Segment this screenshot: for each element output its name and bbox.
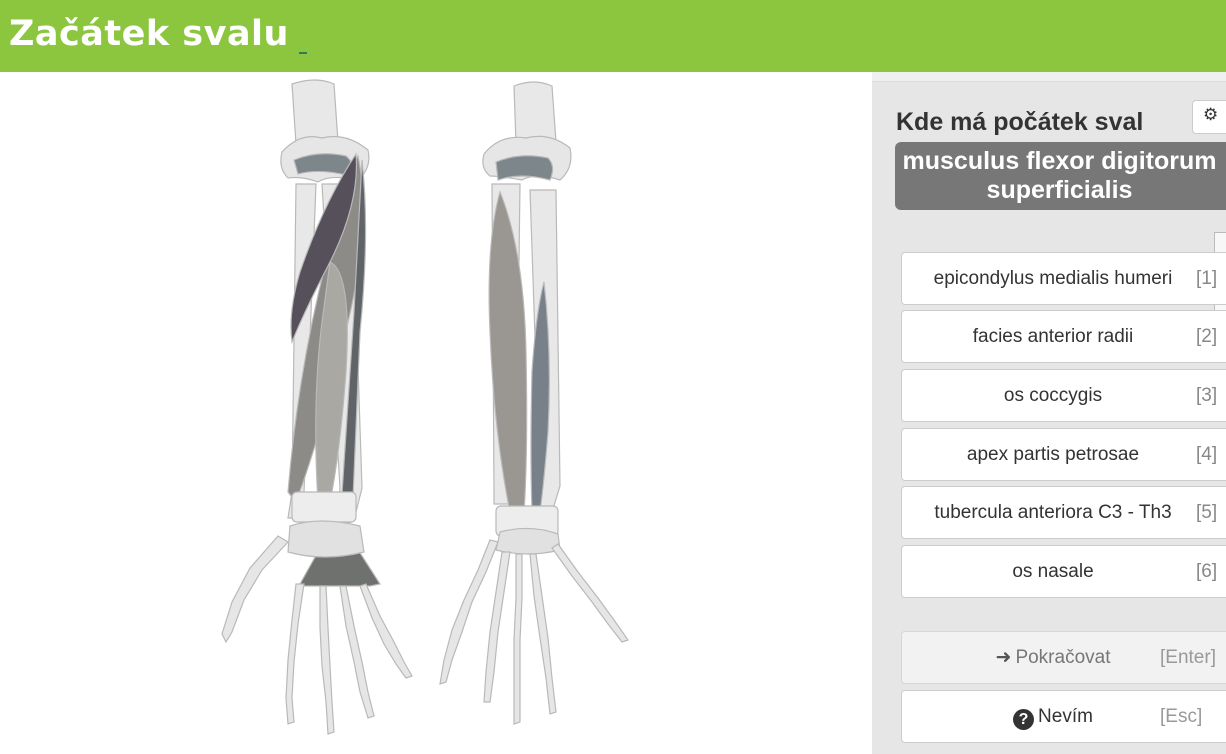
right-humerus-shaft — [513, 81, 557, 145]
option-1[interactable]: epicondylus medialis humeri [1] — [901, 252, 1226, 305]
option-label: os nasale — [1012, 561, 1094, 582]
right-carpals — [495, 527, 561, 555]
app-header: Začátek svalu — [0, 0, 1226, 72]
dont-know-button[interactable]: ? Nevím [Esc] — [901, 690, 1226, 743]
forearm-skeleton-illustration — [221, 79, 629, 735]
continue-button[interactable]: ➜ Pokračovat [Enter] — [901, 631, 1226, 684]
continue-label: Pokračovat — [1015, 647, 1111, 668]
option-label: tubercula anteriora C3 - Th3 — [934, 502, 1172, 523]
option-key: [2] — [1196, 326, 1218, 347]
option-2[interactable]: facies anterior radii [2] — [901, 310, 1226, 363]
header-decoration — [298, 52, 307, 54]
page-title: Začátek svalu — [9, 14, 307, 54]
option-key: [1] — [1196, 268, 1218, 289]
option-label: os coccygis — [1003, 385, 1103, 406]
option-label: epicondylus medialis humeri — [933, 268, 1173, 289]
option-key: [5] — [1196, 502, 1218, 523]
option-label: apex partis petrosae — [966, 444, 1140, 465]
left-carpals — [287, 520, 365, 558]
option-key: [3] — [1196, 385, 1218, 406]
panel-top-strip — [872, 72, 1226, 82]
term-box: musculus flexor digitorum superficialis — [895, 142, 1226, 210]
settings-button[interactable]: ⚙ — [1192, 100, 1226, 134]
option-5[interactable]: tubercula anteriora C3 - Th3 [5] — [901, 486, 1226, 539]
option-6[interactable]: os nasale [6] — [901, 545, 1226, 598]
option-label: facies anterior radii — [972, 326, 1134, 347]
question-text: Kde má počátek sval — [896, 108, 1144, 136]
option-key: [4] — [1196, 444, 1218, 465]
right-elbow-cartilage — [495, 155, 554, 181]
left-humerus-shaft — [291, 79, 339, 145]
option-4[interactable]: apex partis petrosae [4] — [901, 428, 1226, 481]
dont-know-label: Nevím — [1038, 706, 1093, 727]
continue-key: [Enter] — [1160, 647, 1216, 668]
right-fingers — [439, 539, 629, 725]
question-circle-icon: ? — [1013, 709, 1035, 730]
arrow-right-icon: ➜ — [995, 647, 1012, 668]
anatomy-figure — [0, 72, 872, 754]
gear-icon: ⚙ — [1203, 105, 1219, 124]
option-key: [6] — [1196, 561, 1218, 582]
option-3[interactable]: os coccygis [3] — [901, 369, 1226, 422]
dont-know-key: [Esc] — [1160, 706, 1203, 727]
question-panel: Kde má počátek sval ⚙ musculus flexor di… — [872, 72, 1226, 754]
left-wrist-band — [291, 491, 357, 523]
